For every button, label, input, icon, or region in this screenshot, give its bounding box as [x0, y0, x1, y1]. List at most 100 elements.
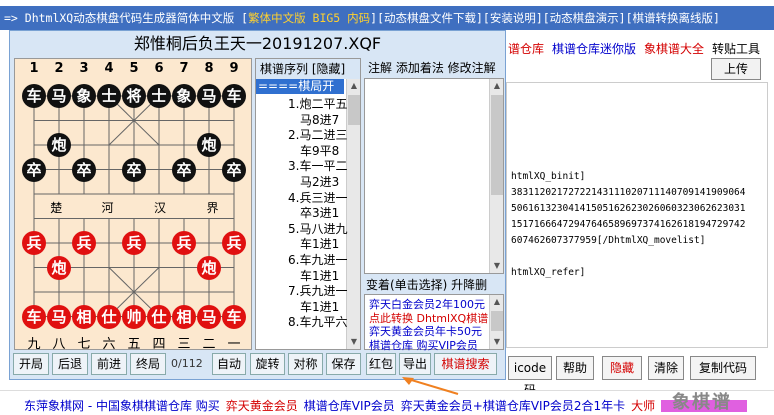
code-line: htmlXQ_binit] — [511, 171, 586, 182]
red-piece[interactable]: 炮 — [197, 255, 221, 280]
red-piece[interactable]: 仕 — [147, 304, 171, 329]
file-number: 八 — [52, 337, 66, 352]
right-page-button[interactable]: icode码 — [508, 356, 552, 397]
dialog-button[interactable]: 棋谱搜索 — [434, 353, 497, 375]
river-label: 河 — [101, 201, 114, 215]
right-page-link[interactable]: 谱仓库 — [508, 42, 544, 56]
right-page-button[interactable]: 隐藏 — [602, 356, 642, 380]
right-page-link[interactable]: 转贴工具 — [712, 42, 760, 56]
red-piece[interactable]: 马 — [197, 304, 221, 329]
xiangqi-board[interactable]: 123456789九八七六五四三二一楚河汉界车马象士将士象马车炮炮卒卒卒卒卒兵兵… — [14, 58, 252, 352]
move-item[interactable]: 马2进3 — [300, 173, 339, 190]
dialog-button[interactable]: 开局 — [13, 353, 49, 375]
red-piece[interactable]: 兵 — [222, 231, 246, 255]
promo-link[interactable]: 棋谱仓库VIP会员 — [304, 399, 395, 413]
dialog-button[interactable]: 自动 — [212, 353, 246, 375]
black-piece[interactable]: 车 — [222, 84, 246, 108]
red-piece[interactable]: 马 — [47, 304, 71, 329]
big5-link[interactable]: 繁体中文版 BIG5 内码 — [248, 11, 370, 25]
scroll-up-icon[interactable]: ▲ — [347, 79, 361, 93]
red-piece[interactable]: 兵 — [72, 231, 96, 255]
black-piece[interactable]: 卒 — [72, 157, 96, 182]
scroll-up-icon[interactable]: ▲ — [490, 79, 504, 93]
move-item[interactable]: 车1进1 — [300, 235, 339, 252]
dialog-button[interactable]: 保存 — [326, 353, 361, 375]
file-number: 四 — [152, 337, 166, 352]
dialog-button[interactable]: 前进 — [91, 353, 127, 375]
black-piece[interactable]: 士 — [97, 84, 121, 108]
red-piece[interactable]: 帅 — [122, 304, 146, 329]
black-piece[interactable]: 炮 — [197, 133, 221, 157]
promo-link[interactable]: 大师 — [631, 399, 655, 413]
promo-link[interactable]: 弈天黄金会员 — [226, 399, 298, 413]
right-page-button[interactable]: 帮助 — [556, 356, 594, 380]
scroll-down-icon[interactable]: ▼ — [490, 335, 504, 349]
black-piece[interactable]: 卒 — [122, 157, 146, 182]
black-piece[interactable]: 将 — [122, 84, 146, 108]
right-page-link[interactable]: 棋谱仓库迷你版 — [552, 42, 636, 56]
right-page-button[interactable]: 清除 — [648, 356, 684, 380]
scroll-down-icon[interactable]: ▼ — [347, 335, 361, 349]
red-piece[interactable]: 兵 — [22, 231, 46, 255]
black-piece[interactable]: 车 — [22, 84, 46, 108]
dialog-button[interactable]: 红包 — [366, 353, 396, 375]
red-piece[interactable]: 兵 — [172, 231, 196, 255]
dialog-button[interactable]: 导出 — [399, 353, 431, 375]
move-list-header[interactable]: 棋谱序列 [隐藏] — [256, 59, 360, 79]
black-piece[interactable]: 马 — [197, 84, 221, 108]
variation-link[interactable]: 棋谱仓库 购买VIP会员 — [369, 337, 478, 353]
move-list-scrollbar[interactable]: ▲ ▼ — [346, 79, 360, 349]
variation-header[interactable]: 变着(单击选择) 升降删 — [364, 276, 504, 294]
red-piece[interactable]: 车 — [22, 304, 46, 329]
dialog-button[interactable]: 终局 — [130, 353, 166, 375]
annotation-header[interactable]: 注解 添加着法 修改注解 — [364, 58, 504, 78]
move-item[interactable]: 8.车九平六 — [288, 313, 347, 330]
black-piece[interactable]: 马 — [47, 84, 71, 108]
code-textarea[interactable]: htmlXQ_binit] 383112021727221431110207111… — [506, 82, 768, 348]
top-bar-title[interactable]: => DhtmlXQ动态棋盘代码生成器简体中文版 [ — [4, 11, 248, 25]
red-piece[interactable]: 仕 — [97, 304, 121, 329]
promo-link[interactable]: 东萍象棋网 - 中国象棋棋谱仓库 购买 — [24, 399, 220, 413]
scroll-up-icon[interactable]: ▲ — [490, 295, 504, 309]
move-item[interactable]: 车1进1 — [300, 298, 339, 315]
arrow-icon — [402, 377, 459, 395]
dialog-title: 郑惟桐后负王天一20191207.XQF — [133, 34, 382, 53]
move-item[interactable]: 3.车一平二 — [288, 157, 347, 174]
move-item[interactable]: 5.马八进九 — [288, 220, 347, 237]
variation-list[interactable]: ▲ ▼ 弈天白金会员2年100元 点此转换 DhtmlXQ棋谱 弈天黄金会员年卡50… — [364, 294, 504, 353]
move-item[interactable]: 4.兵三进一 — [288, 189, 347, 206]
black-piece[interactable]: 卒 — [22, 157, 46, 182]
dialog-button[interactable]: 对称 — [288, 353, 323, 375]
black-piece[interactable]: 象 — [172, 84, 196, 108]
move-list-start[interactable]: ====棋局开始 — [256, 79, 344, 108]
move-item[interactable]: 卒3进1 — [300, 204, 339, 221]
right-page-button[interactable]: 复制代码 — [690, 356, 756, 380]
move-item[interactable]: 7.兵九进一 — [288, 282, 347, 299]
variation-scrollbar[interactable]: ▲ ▼ — [489, 295, 503, 349]
annotation-textbox[interactable]: ▲ ▼ — [364, 78, 504, 274]
red-piece[interactable]: 相 — [172, 304, 196, 329]
red-piece[interactable]: 炮 — [47, 255, 71, 280]
scroll-down-icon[interactable]: ▼ — [490, 259, 504, 273]
upload-button[interactable]: 上传 — [711, 58, 761, 80]
red-piece[interactable]: 车 — [222, 304, 246, 329]
annotation-scrollbar[interactable]: ▲ ▼ — [489, 79, 503, 273]
red-piece[interactable]: 兵 — [122, 231, 146, 255]
move-item[interactable]: 车9平8 — [300, 142, 339, 159]
dialog-button[interactable]: 后退 — [52, 353, 88, 375]
red-piece[interactable]: 相 — [72, 304, 96, 329]
black-piece[interactable]: 象 — [72, 84, 96, 108]
black-piece[interactable]: 士 — [147, 84, 171, 108]
move-item[interactable]: 6.车九进一 — [288, 251, 347, 268]
black-piece[interactable]: 卒 — [222, 157, 246, 182]
move-item[interactable]: 马8进7 — [300, 111, 339, 128]
top-bar-links[interactable]: ][动态棋盘文件下载][安装说明][动态棋盘演示][棋谱转换离线版] — [370, 11, 720, 25]
right-page-link[interactable]: 象棋谱大全 — [644, 42, 704, 56]
promo-link[interactable]: 弈天黄金会员+棋谱仓库VIP会员2合1年卡 — [401, 399, 625, 413]
dialog-button[interactable]: 旋转 — [250, 353, 285, 375]
move-item[interactable]: 2.马二进三 — [288, 126, 347, 143]
black-piece[interactable]: 炮 — [47, 133, 71, 157]
move-item[interactable]: 1.炮二平五 — [288, 95, 347, 112]
black-piece[interactable]: 卒 — [172, 157, 196, 182]
move-item[interactable]: 车1进1 — [300, 267, 339, 284]
